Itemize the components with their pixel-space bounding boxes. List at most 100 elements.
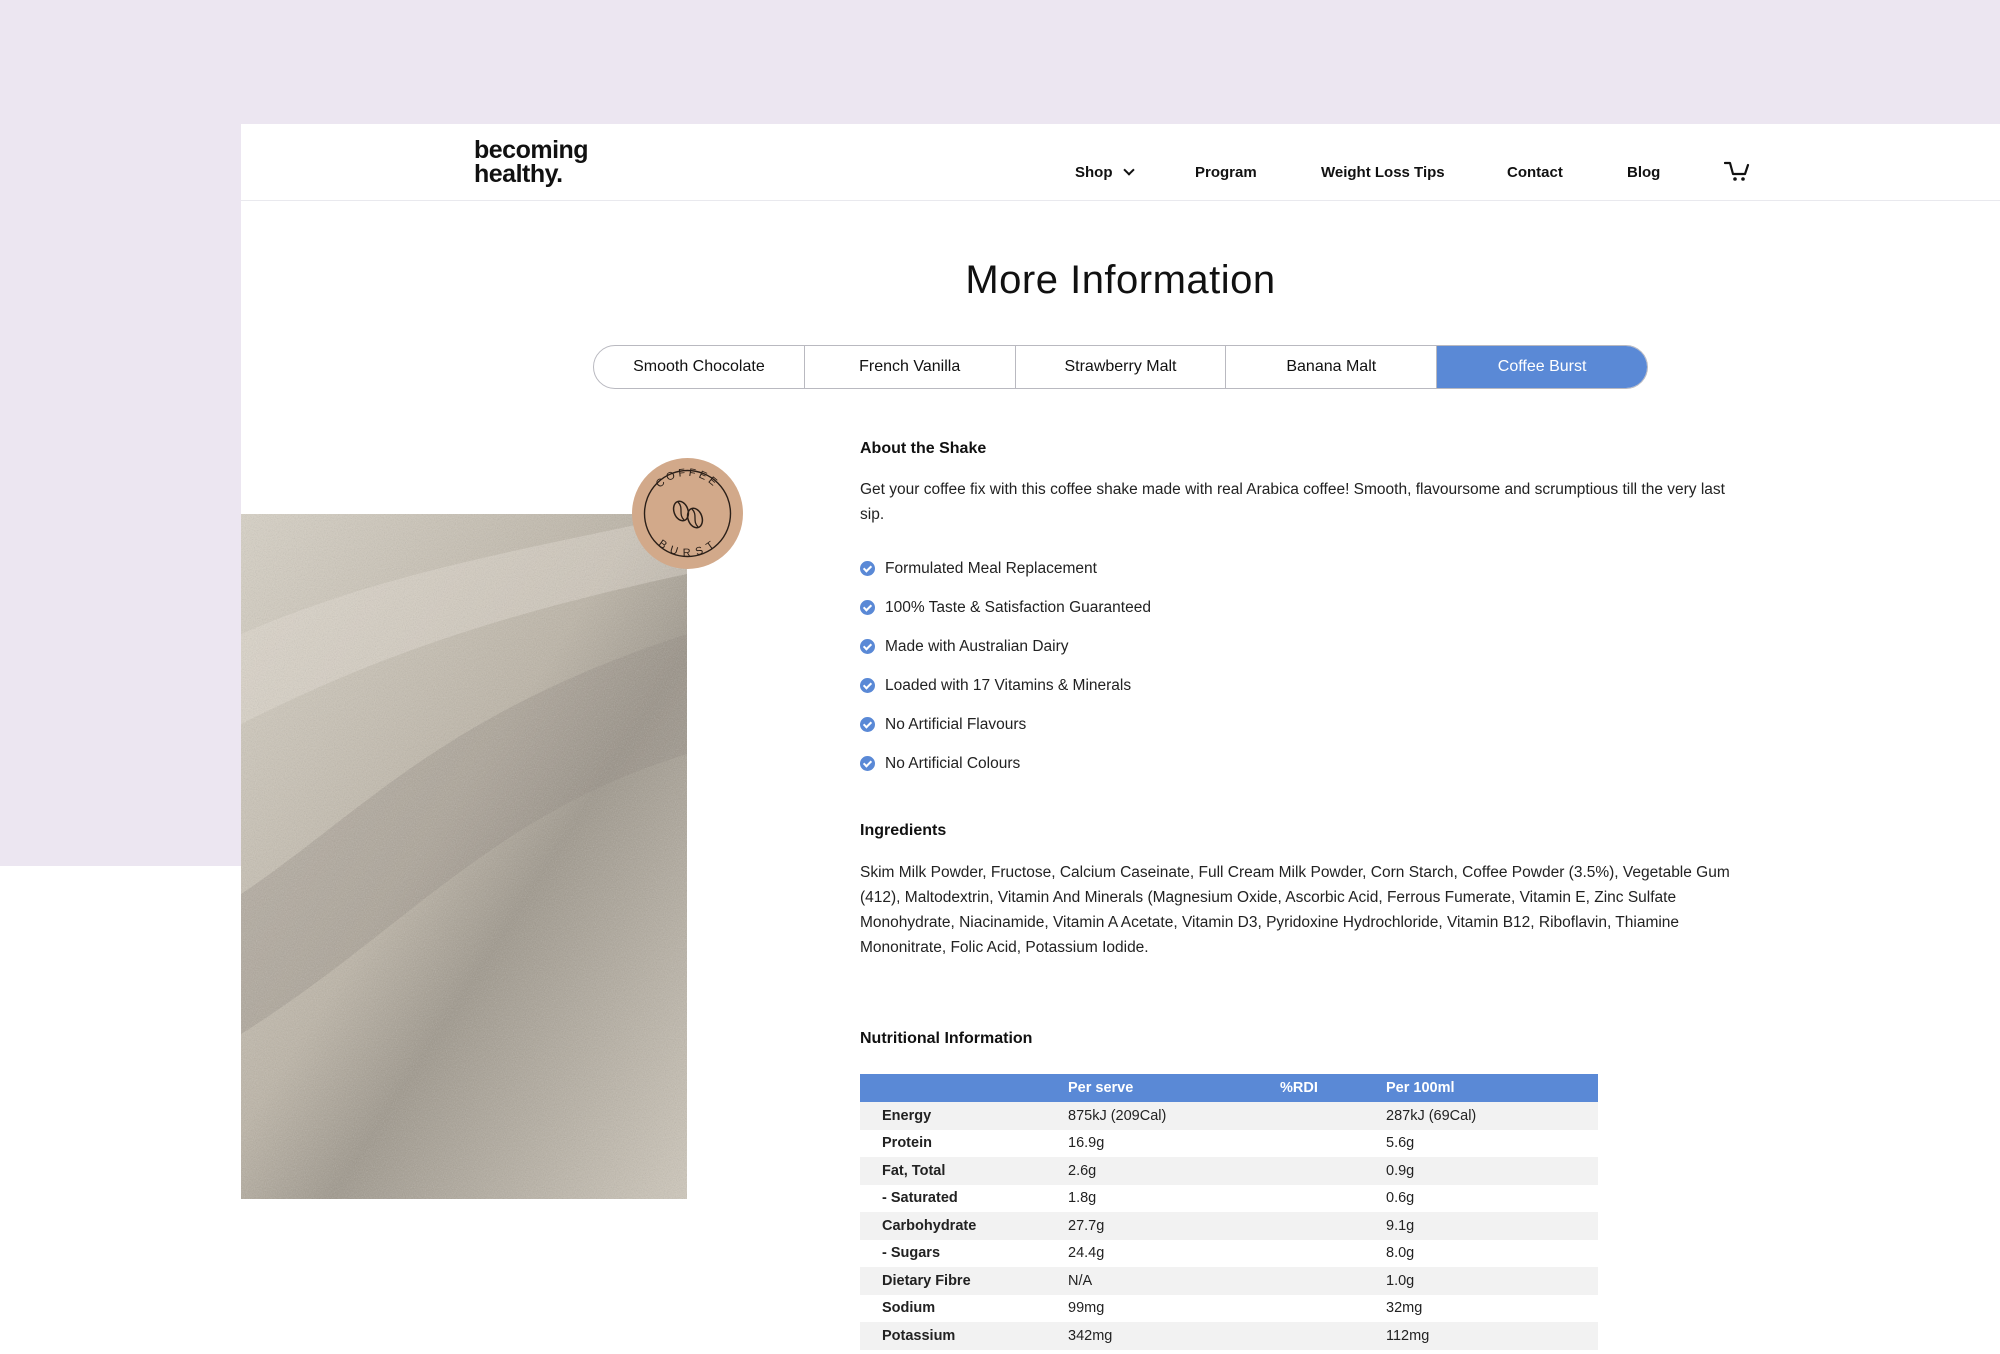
badge-top-text: COFFEE — [654, 467, 719, 491]
per-100ml-value: 1.0g — [1386, 1267, 1598, 1295]
feature-item: No Artificial Colours — [860, 744, 1750, 783]
rdi-value — [1280, 1267, 1386, 1295]
per-100ml-value: 8.0g — [1386, 1239, 1598, 1267]
tab-french-vanilla[interactable]: French Vanilla — [805, 346, 1016, 388]
per-100ml-value: 0.6g — [1386, 1184, 1598, 1212]
per-serve-value: 24.4g — [1068, 1239, 1280, 1267]
nav-contact[interactable]: Contact — [1507, 164, 1563, 181]
page-container: becoming healthy. Shop Program Weight Lo… — [241, 124, 2000, 1354]
feature-label: Formulated Meal Replacement — [885, 559, 1097, 577]
ingredients-heading: Ingredients — [860, 822, 947, 839]
ingredients-text: Skim Milk Powder, Fructose, Calcium Case… — [860, 864, 1730, 956]
table-row: Protein 16.9g 5.6g — [860, 1129, 1598, 1157]
nutrient-name: Potassium — [860, 1322, 1068, 1350]
per-100ml-value: 9.1g — [1386, 1212, 1598, 1240]
per-100ml-value: 5.6g — [1386, 1129, 1598, 1157]
per-serve-value: 27.7g — [1068, 1212, 1280, 1240]
check-icon — [860, 717, 875, 732]
feature-item: 100% Taste & Satisfaction Guaranteed — [860, 588, 1750, 627]
table-row: Carbohydrate 27.7g 9.1g — [860, 1212, 1598, 1240]
nav-program[interactable]: Program — [1195, 164, 1257, 181]
nutrient-name: Dietary Fibre — [860, 1267, 1068, 1295]
rdi-value — [1280, 1212, 1386, 1240]
table-row: Dietary Fibre N/A 1.0g — [860, 1267, 1598, 1295]
logo-line-2: healthy. — [474, 160, 563, 188]
feature-item: Made with Australian Dairy — [860, 627, 1750, 666]
chevron-down-icon — [1122, 164, 1135, 176]
per-serve-value: N/A — [1068, 1267, 1280, 1295]
nutrient-name: Sodium — [860, 1294, 1068, 1322]
cart-icon[interactable] — [1724, 160, 1750, 182]
per-100ml-value: 287kJ (69Cal) — [1386, 1102, 1598, 1130]
feature-item: Formulated Meal Replacement — [860, 549, 1750, 588]
nutrient-name: Fat, Total — [860, 1157, 1068, 1185]
rdi-value — [1280, 1322, 1386, 1350]
tab-smooth-chocolate[interactable]: Smooth Chocolate — [594, 346, 805, 388]
powder-texture — [241, 514, 687, 1199]
nav-weight-loss-tips[interactable]: Weight Loss Tips — [1321, 164, 1445, 181]
nutrition-table: Per serve %RDI Per 100ml Energy 875kJ (20… — [860, 1074, 1598, 1350]
per-serve-value: 1.8g — [1068, 1184, 1280, 1212]
check-icon — [860, 639, 875, 654]
per-serve-value: 342mg — [1068, 1322, 1280, 1350]
rdi-value — [1280, 1129, 1386, 1157]
table-row: - Saturated 1.8g 0.6g — [860, 1184, 1598, 1212]
per-serve-value: 875kJ (209Cal) — [1068, 1102, 1280, 1130]
nutrient-name: Protein — [860, 1129, 1068, 1157]
feature-label: Loaded with 17 Vitamins & Minerals — [885, 676, 1132, 694]
svg-text:COFFEE: COFFEE — [654, 467, 722, 491]
table-row: Energy 875kJ (209Cal) 287kJ (69Cal) — [860, 1102, 1598, 1130]
nav-shop-label: Shop — [1075, 164, 1113, 181]
nav-blog[interactable]: Blog — [1627, 164, 1660, 181]
coffee-burst-badge: COFFEE BURST — [632, 458, 743, 569]
badge-bottom-text: BURST — [656, 538, 716, 560]
feature-item: No Artificial Flavours — [860, 705, 1750, 744]
feature-label: No Artificial Flavours — [885, 715, 1027, 733]
per-100ml-value: 0.9g — [1386, 1157, 1598, 1185]
tab-coffee-burst[interactable]: Coffee Burst — [1437, 346, 1647, 388]
page-title: More Information — [965, 258, 1276, 302]
logo-line-1: becoming — [474, 136, 589, 164]
feature-label: 100% Taste & Satisfaction Guaranteed — [885, 598, 1151, 616]
column-header-rdi: %RDI — [1280, 1074, 1386, 1102]
site-header: becoming healthy. Shop Program Weight Lo… — [241, 124, 2000, 201]
tab-strawberry-malt[interactable]: Strawberry Malt — [1016, 346, 1227, 388]
site-logo[interactable]: becoming healthy. — [474, 136, 589, 188]
product-details: About the Shake Get your coffee fix with… — [860, 440, 1750, 1350]
per-serve-value: 16.9g — [1068, 1129, 1280, 1157]
nutrient-name: Carbohydrate — [860, 1212, 1068, 1240]
nav-contact-label: Contact — [1507, 164, 1563, 181]
nutrient-name: - Sugars — [860, 1239, 1068, 1267]
feature-label: Made with Australian Dairy — [885, 637, 1069, 655]
table-row: Fat, Total 2.6g 0.9g — [860, 1157, 1598, 1185]
per-serve-value: 2.6g — [1068, 1157, 1280, 1185]
check-icon — [860, 561, 875, 576]
column-header-per-100ml: Per 100ml — [1386, 1074, 1598, 1102]
check-icon — [860, 756, 875, 771]
svg-text:BURST: BURST — [656, 538, 719, 560]
feature-item: Loaded with 17 Vitamins & Minerals — [860, 666, 1750, 705]
column-header — [860, 1074, 1068, 1102]
table-row: - Sugars 24.4g 8.0g — [860, 1239, 1598, 1267]
tab-banana-malt[interactable]: Banana Malt — [1226, 346, 1438, 388]
rdi-value — [1280, 1157, 1386, 1185]
per-serve-value: 99mg — [1068, 1294, 1280, 1322]
rdi-value — [1280, 1294, 1386, 1322]
about-heading: About the Shake — [860, 440, 987, 457]
nutrition-heading: Nutritional Information — [860, 1030, 1033, 1047]
feature-list: Formulated Meal Replacement 100% Taste &… — [860, 549, 1750, 783]
table-row: Sodium 99mg 32mg — [860, 1294, 1598, 1322]
nav-program-label: Program — [1195, 164, 1257, 181]
product-powder-image — [241, 514, 687, 1199]
nav-shop[interactable]: Shop — [1075, 164, 1135, 181]
table-header-row: Per serve %RDI Per 100ml — [860, 1074, 1598, 1102]
per-100ml-value: 32mg — [1386, 1294, 1598, 1322]
rdi-value — [1280, 1184, 1386, 1212]
column-header-per-serve: Per serve — [1068, 1074, 1280, 1102]
nutrient-name: - Saturated — [860, 1184, 1068, 1212]
about-text: Get your coffee fix with this coffee sha… — [860, 481, 1725, 523]
check-icon — [860, 678, 875, 693]
table-row: Potassium 342mg 112mg — [860, 1322, 1598, 1350]
feature-label: No Artificial Colours — [885, 754, 1021, 772]
flavour-tabs: Smooth Chocolate French Vanilla Strawber… — [593, 345, 1648, 389]
